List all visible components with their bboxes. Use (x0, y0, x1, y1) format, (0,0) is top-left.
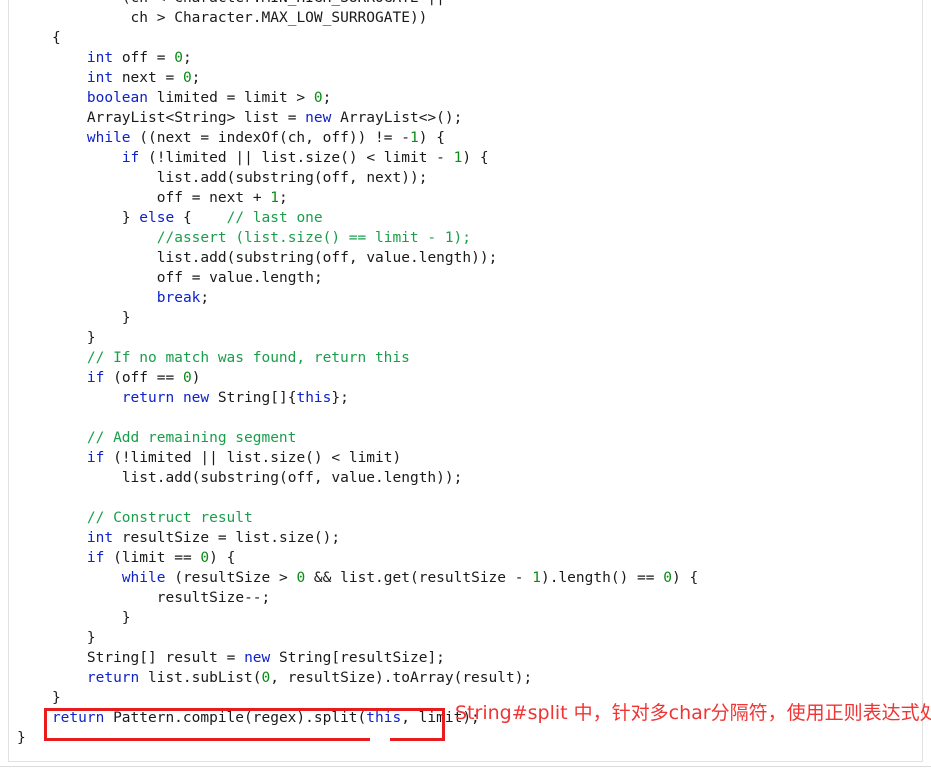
code-line: if (!limited || list.size() < limit) (86, 450, 402, 466)
code-line: while ((next = indexOf(ch, off)) != -1) … (86, 130, 445, 146)
code-line: // Construct result (86, 510, 253, 526)
code-line: { (51, 30, 61, 46)
code-line: ch > Character.MAX_LOW_SURROGATE)) (130, 10, 428, 26)
code-line: list.add(substring(off, value.length)); (121, 470, 463, 486)
code-line: int off = 0; (86, 50, 192, 66)
code-line: off = next + 1; (156, 190, 288, 206)
editor-panel: (ch < Character.MIN_HIGH_SURROGATE || ch… (8, 0, 923, 762)
code-line: // If no match was found, return this (86, 350, 410, 366)
code-line: String[] result = new String[resultSize]… (86, 650, 445, 666)
code-line: } (86, 330, 96, 346)
code-line: return list.subList(0, resultSize).toArr… (86, 670, 533, 686)
code-line: while (resultSize > 0 && list.get(result… (121, 570, 699, 586)
code-line: } else { // last one (121, 210, 323, 226)
code-line: break; (156, 290, 210, 306)
code-line: } (121, 610, 131, 626)
code-line: // Add remaining segment (86, 430, 297, 446)
code-line: return new String[]{this}; (121, 390, 349, 406)
code-block[interactable]: (ch < Character.MIN_HIGH_SURROGATE || ch… (17, 0, 931, 748)
code-line: off = value.length; (156, 270, 323, 286)
code-line: list.add(substring(off, value.length)); (156, 250, 498, 266)
code-line: if (!limited || list.size() < limit - 1)… (121, 150, 489, 166)
red-highlight-rectangle-gap (370, 736, 390, 742)
code-line: resultSize--; (156, 590, 271, 606)
code-line: ArrayList<String> list = new ArrayList<>… (86, 110, 463, 126)
code-line: boolean limited = limit > 0; (86, 90, 332, 106)
code-line: int resultSize = list.size(); (86, 530, 341, 546)
code-line: } (86, 630, 96, 646)
code-line: } (17, 730, 26, 746)
code-line: (ch < Character.MIN_HIGH_SURROGATE || (17, 0, 931, 8)
code-line: if (limit == 0) { (86, 550, 236, 566)
code-line: int next = 0; (86, 70, 201, 86)
code-line: if (off == 0) (86, 370, 201, 386)
code-line: list.add(substring(off, next)); (156, 170, 428, 186)
code-line: } (121, 310, 131, 326)
red-annotation-text: String#split 中，针对多char分隔符，使用正则表达式处理 (455, 702, 931, 724)
code-line: //assert (list.size() == limit - 1); (156, 230, 472, 246)
bottom-divider (0, 766, 931, 767)
